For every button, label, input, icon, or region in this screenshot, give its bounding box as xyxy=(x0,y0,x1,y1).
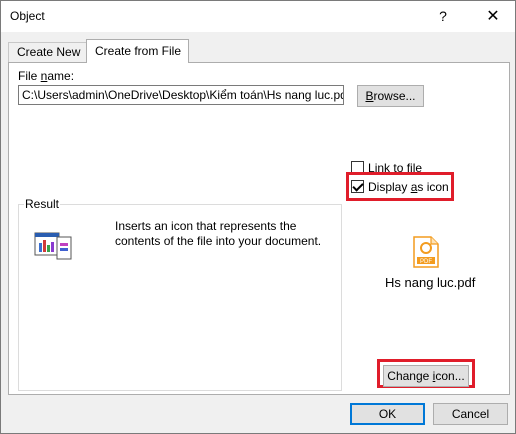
insert-object-icon xyxy=(33,231,75,266)
file-path-input[interactable]: C:\Users\admin\OneDrive\Desktop\Kiểm toá… xyxy=(18,85,344,105)
ok-button[interactable]: OK xyxy=(350,403,425,425)
result-description: Inserts an icon that represents the cont… xyxy=(115,219,322,248)
file-name-label: File name: xyxy=(18,69,75,83)
result-legend: Result xyxy=(24,197,61,211)
display-as-icon-option[interactable]: Display as icon xyxy=(351,179,449,194)
browse-button[interactable]: Browse... xyxy=(357,85,424,107)
title-bar: Object ? ✕ xyxy=(1,1,515,32)
change-icon-button[interactable]: Change icon... xyxy=(383,365,469,387)
help-button[interactable]: ? xyxy=(429,5,457,27)
help-icon: ? xyxy=(439,8,447,24)
object-dialog: Object ? ✕ Create New Create from File F… xyxy=(0,0,516,434)
pdf-file-icon: PDF xyxy=(413,236,439,271)
preview-filename: Hs nang luc.pdf xyxy=(385,275,476,290)
tab-create-from-file[interactable]: Create from File xyxy=(86,39,189,63)
cancel-button[interactable]: Cancel xyxy=(433,403,508,425)
display-as-icon-checkbox[interactable] xyxy=(351,180,364,193)
pdf-badge-text: PDF xyxy=(420,259,432,265)
create-from-file-panel: File name: C:\Users\admin\OneDrive\Deskt… xyxy=(8,62,510,395)
window-title: Object xyxy=(10,9,45,23)
close-button[interactable]: ✕ xyxy=(479,5,507,27)
display-as-icon-label: Display as icon xyxy=(368,179,449,194)
tab-create-new[interactable]: Create New xyxy=(8,42,88,63)
result-group: Result Inserts an icon that represents t… xyxy=(18,197,342,391)
close-icon: ✕ xyxy=(486,8,500,25)
